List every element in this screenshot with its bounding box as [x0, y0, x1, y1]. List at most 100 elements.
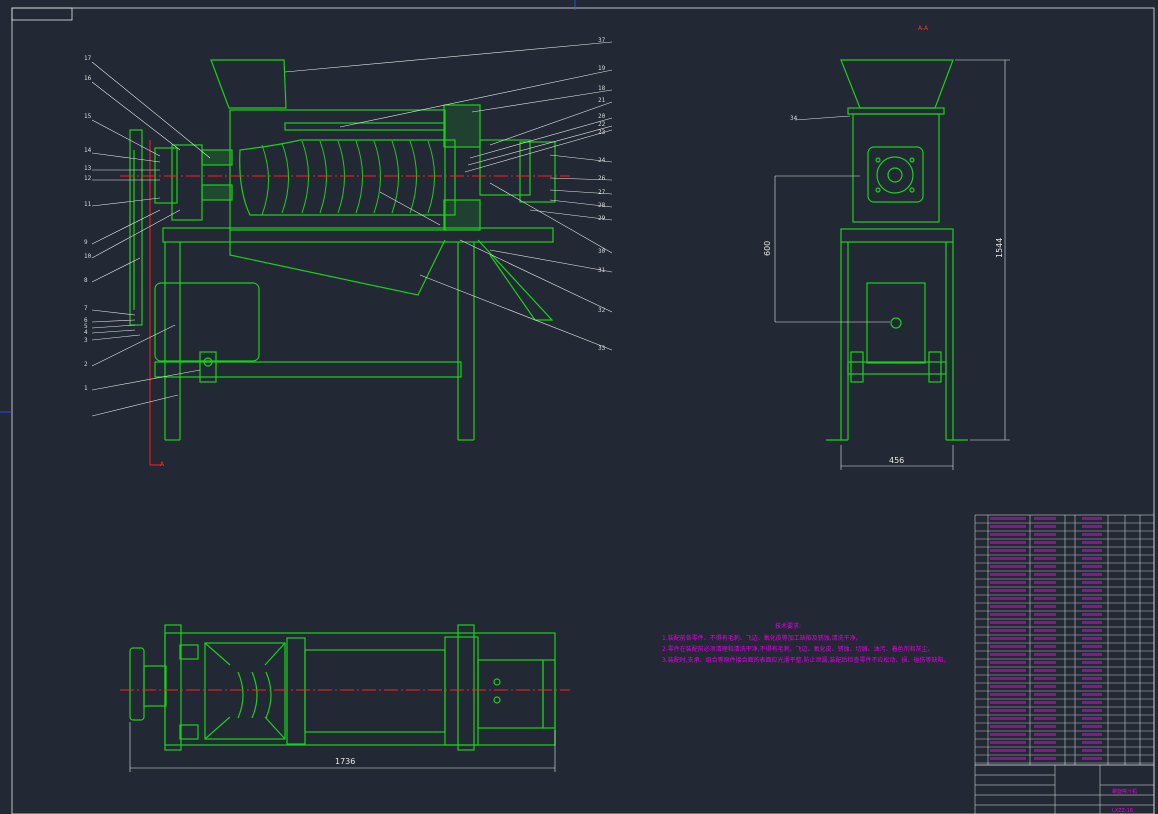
part-labels-right: 37 19 18 21 20 22 23 24 26 27 28 29 30 3…: [598, 37, 606, 352]
part-label: 19: [598, 65, 606, 72]
table-cell-text-mark: [1082, 741, 1102, 744]
part-label: 24: [598, 157, 606, 164]
table-cell-text-mark: [990, 757, 1026, 760]
plan-view: [120, 624, 570, 751]
table-cell-text-mark: [990, 541, 1026, 544]
table-cell-text-mark: [1082, 565, 1102, 568]
part-label: 9: [84, 239, 88, 246]
table-cell-text-mark: [1082, 621, 1102, 624]
table-cell-text-mark: [1034, 717, 1056, 720]
part-label: 3: [84, 337, 88, 344]
table-cell-text-mark: [990, 749, 1026, 752]
table-cell-text-mark: [990, 629, 1026, 632]
leader-lines-left: [91, 61, 211, 417]
part-label: 13: [84, 165, 92, 172]
part-label: 27: [598, 189, 606, 196]
table-cell-text-mark: [1034, 557, 1056, 560]
table-cell-text-mark: [1034, 709, 1056, 712]
tech-note-line: 3.装配时,支承、组合等原件接合面的表面应光滑平整,防止泄漏,装配后检查零件不应…: [662, 656, 949, 664]
table-cell-text-mark: [1082, 685, 1102, 688]
side-view: [826, 59, 968, 441]
part-label: 8: [84, 277, 88, 284]
table-cell-text-mark: [990, 549, 1026, 552]
leader-lines-right: [284, 41, 613, 351]
table-cell-text-mark: [990, 533, 1026, 536]
dimension-side-height: 600: [763, 241, 772, 256]
part-label: 37: [598, 37, 606, 44]
table-cell-text-mark: [1082, 757, 1102, 760]
table-cell-text-mark: [1082, 589, 1102, 592]
table-cell-text-mark: [1034, 565, 1056, 568]
table-cell-text-mark: [1082, 549, 1102, 552]
table-cell-text-mark: [1034, 605, 1056, 608]
part-label: 4: [84, 329, 88, 336]
table-cell-text-mark: [1082, 525, 1102, 528]
table-cell-text-mark: [990, 581, 1026, 584]
table-cell-text-mark: [1082, 677, 1102, 680]
dimension-plan-length: 1736: [335, 757, 355, 766]
part-label: 28: [598, 202, 606, 209]
table-cell-text-mark: [1034, 749, 1056, 752]
part-label: 29: [598, 215, 606, 222]
parts-list-rows: [975, 517, 1154, 764]
table-cell-text-mark: [990, 709, 1026, 712]
part-label: 12: [84, 175, 92, 182]
part-label: 26: [598, 175, 606, 182]
table-cell-text-mark: [1082, 653, 1102, 656]
part-label: 22: [598, 121, 606, 128]
table-cell-text-mark: [990, 685, 1026, 688]
part-label: 16: [84, 75, 92, 82]
part-label: 32: [598, 307, 606, 314]
table-cell-text-mark: [990, 645, 1026, 648]
table-cell-text-mark: [990, 653, 1026, 656]
table-cell-text-mark: [1034, 733, 1056, 736]
table-cell-text-mark: [1082, 541, 1102, 544]
table-cell-text-mark: [990, 741, 1026, 744]
table-cell-text-mark: [990, 701, 1026, 704]
table-cell-text-mark: [990, 661, 1026, 664]
tech-note-line: 2.零件在装配前必须清理和清洗干净,不得有毛刺、飞边、氧化皮、锈蚀、切屑、油污、…: [662, 645, 934, 653]
dimension-side-width: 456: [889, 456, 904, 465]
dimension-overall-height: 1544: [995, 238, 1004, 258]
part-label: 2: [84, 361, 88, 368]
table-cell-text-mark: [1034, 517, 1056, 520]
part-label: 1: [84, 385, 88, 392]
table-cell-text-mark: [1034, 549, 1056, 552]
table-cell-text-mark: [990, 597, 1026, 600]
table-cell-text-mark: [990, 517, 1026, 520]
table-cell-text-mark: [1082, 661, 1102, 664]
table-cell-text-mark: [1082, 629, 1102, 632]
table-cell-text-mark: [990, 725, 1026, 728]
table-cell-text-mark: [1034, 525, 1056, 528]
table-cell-text-mark: [990, 525, 1026, 528]
table-cell-text-mark: [1034, 541, 1056, 544]
table-cell-text-mark: [990, 573, 1026, 576]
table-cell-text-mark: [1034, 589, 1056, 592]
table-cell-text-mark: [1034, 621, 1056, 624]
tech-notes-title: 技术要求:: [775, 622, 801, 630]
part-label: 30: [598, 248, 606, 255]
table-cell-text-mark: [1034, 653, 1056, 656]
part-label: 31: [598, 267, 606, 274]
table-cell-text-mark: [1082, 613, 1102, 616]
tech-note-line: 1.装配前各零件、不得有毛刺、飞边、氧化皮等加工缺陷及锈蚀,清洗干净。: [662, 634, 862, 642]
table-cell-text-mark: [1034, 661, 1056, 664]
front-section-view: [120, 59, 570, 466]
table-cell-text-mark: [1082, 645, 1102, 648]
table-cell-text-mark: [1082, 701, 1102, 704]
table-cell-text-mark: [990, 717, 1026, 720]
table-cell-text-mark: [1034, 637, 1056, 640]
table-cell-text-mark: [1082, 717, 1102, 720]
table-cell-text-mark: [1034, 677, 1056, 680]
table-cell-text-mark: [1034, 629, 1056, 632]
drawing-frame: [0, 0, 1155, 814]
table-cell-text-mark: [1082, 637, 1102, 640]
table-cell-text-mark: [1082, 517, 1102, 520]
table-cell-text-mark: [1082, 693, 1102, 696]
table-cell-text-mark: [1082, 573, 1102, 576]
table-cell-text-mark: [990, 613, 1026, 616]
part-label: 10: [84, 253, 92, 260]
table-cell-text-mark: [1082, 725, 1102, 728]
table-cell-text-mark: [990, 621, 1026, 624]
part-label: 15: [84, 113, 92, 120]
